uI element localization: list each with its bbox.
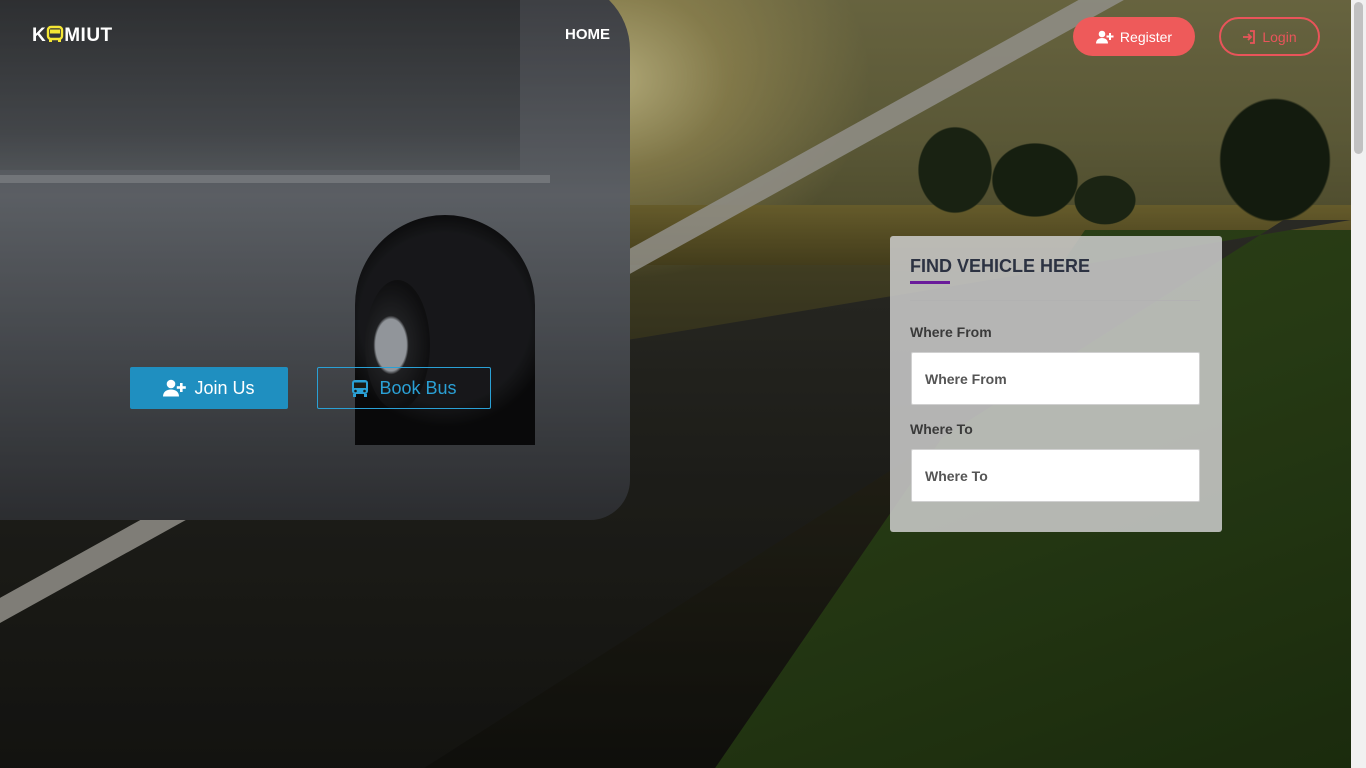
login-button[interactable]: Login [1219, 17, 1320, 56]
brand-logo[interactable]: K MIUT [32, 25, 113, 47]
join-us-button[interactable]: Join Us [130, 367, 288, 409]
find-vehicle-card: FIND VEHICLE HERE Where From Where To [890, 236, 1222, 532]
where-to-input[interactable] [911, 449, 1200, 502]
title-underline [910, 281, 950, 284]
where-to-label: Where To [910, 421, 973, 437]
sign-in-icon [1242, 29, 1256, 44]
register-button[interactable]: Register [1073, 17, 1195, 56]
join-us-label: Join Us [194, 377, 255, 398]
logo-prefix: K [32, 25, 47, 46]
scrollbar-thumb[interactable] [1354, 2, 1363, 154]
nav-home-link[interactable]: HOME [565, 26, 610, 43]
book-bus-label: Book Bus [379, 377, 457, 398]
where-from-input[interactable] [911, 352, 1200, 405]
logo-suffix: MIUT [64, 25, 113, 46]
register-label: Register [1119, 28, 1173, 45]
user-plus-icon [1095, 30, 1114, 44]
user-plus-icon [163, 379, 187, 397]
login-label: Login [1262, 28, 1297, 45]
vertical-scrollbar[interactable] [1351, 0, 1366, 768]
where-from-label: Where From [910, 324, 992, 340]
book-bus-button[interactable]: Book Bus [317, 367, 491, 409]
divider [910, 300, 1200, 301]
bus-icon [351, 379, 369, 398]
bus-icon [46, 25, 64, 46]
card-title: FIND VEHICLE HERE [910, 256, 1091, 276]
